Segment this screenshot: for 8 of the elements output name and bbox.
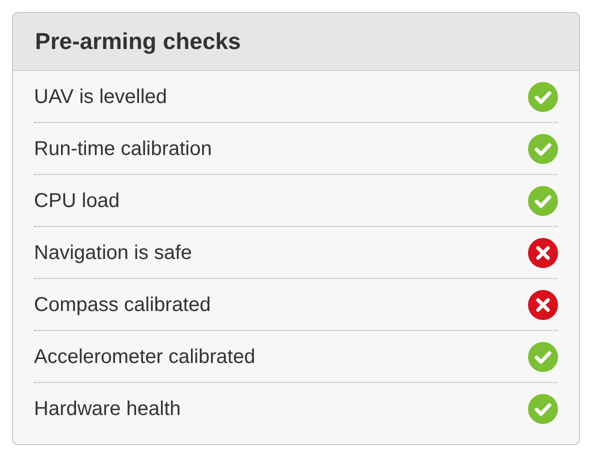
check-label: Navigation is safe <box>34 240 192 266</box>
check-label: UAV is levelled <box>34 84 168 110</box>
check-label: Hardware health <box>34 397 181 422</box>
check-label: Accelerometer calibrated <box>34 344 256 370</box>
check-label: CPU load <box>34 188 120 214</box>
check-label: Run-time calibration <box>34 136 212 162</box>
panel-title: Pre-arming checks <box>35 27 241 56</box>
check-label: Compass calibrated <box>34 292 211 318</box>
